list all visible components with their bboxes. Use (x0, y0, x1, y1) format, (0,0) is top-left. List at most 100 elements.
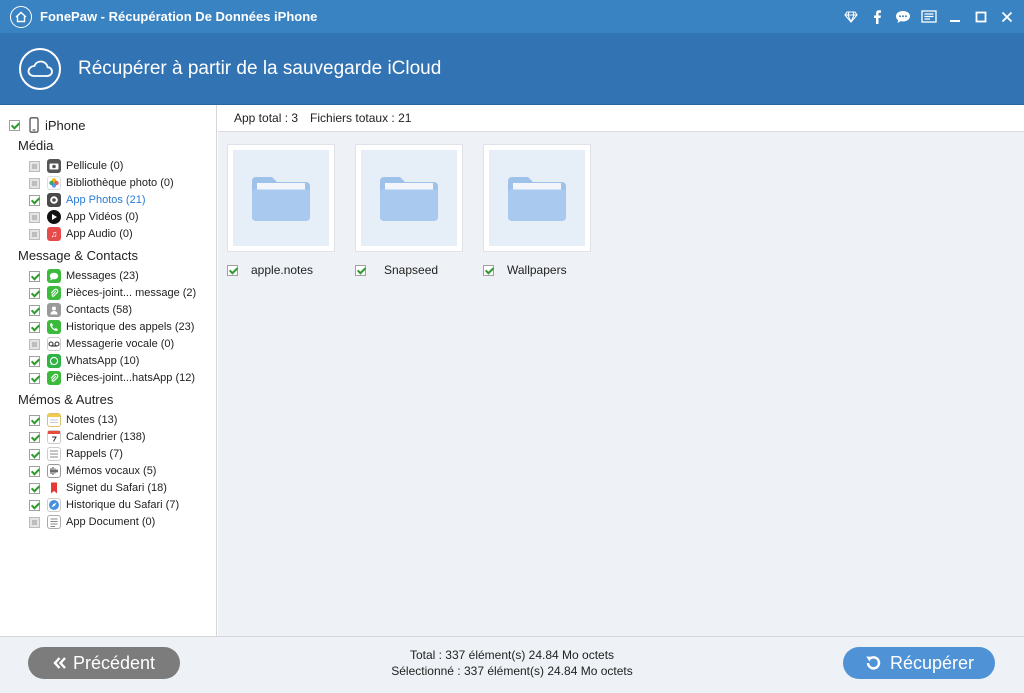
facebook-icon[interactable] (864, 0, 890, 33)
app-checkbox[interactable] (483, 264, 494, 276)
photos-icon (47, 176, 61, 190)
item-label: WhatsApp (10) (66, 355, 140, 367)
folder-icon (233, 150, 329, 246)
item-label: App Document (0) (66, 516, 156, 528)
voice-memo-icon (47, 464, 61, 478)
item-checkbox[interactable] (29, 448, 40, 460)
sidebar-item-app-document[interactable]: App Document (0) (29, 514, 155, 530)
calendar-icon (47, 430, 61, 444)
minimize-icon[interactable] (942, 0, 968, 33)
device-label: iPhone (45, 117, 86, 133)
app-label-snapseed[interactable]: Snapseed (355, 263, 438, 277)
item-checkbox[interactable] (29, 338, 40, 350)
sidebar-item-calendar[interactable]: Calendrier (138) (29, 429, 145, 445)
page-title: Récupérer à partir de la sauvegarde iClo… (78, 57, 442, 79)
item-label: Historique du Safari (7) (66, 499, 180, 511)
contacts-icon (47, 303, 61, 317)
app-checkbox[interactable] (227, 264, 238, 276)
title-bar: FonePaw - Récupération De Données iPhone (0, 0, 1024, 33)
maximize-icon[interactable] (968, 0, 994, 33)
attachment-icon (47, 286, 61, 300)
item-checkbox[interactable] (29, 499, 40, 511)
item-checkbox[interactable] (29, 177, 40, 189)
sidebar-item-safari-bookmarks[interactable]: Signet du Safari (18) (29, 480, 167, 496)
recover-button[interactable]: Récupérer (843, 647, 995, 679)
app-card-snapseed[interactable] (355, 144, 463, 252)
item-checkbox[interactable] (29, 228, 40, 240)
document-icon (47, 515, 61, 529)
item-label: Messagerie vocale (0) (66, 338, 175, 350)
sidebar-item-whatsapp[interactable]: WhatsApp (10) (29, 353, 139, 369)
sidebar-item-bibliotheque-photo[interactable]: Bibliothèque photo (0) (29, 175, 174, 191)
section-title-messages-contacts: Message & Contacts (18, 248, 138, 263)
app-label-apple-notes[interactable]: apple.notes (227, 263, 313, 277)
app-name: apple.notes (251, 263, 314, 277)
item-checkbox[interactable] (29, 516, 40, 528)
item-label: Historique des appels (23) (66, 321, 195, 333)
camera-icon (47, 159, 61, 173)
app-card-apple-notes[interactable] (227, 144, 335, 252)
close-icon[interactable] (994, 0, 1020, 33)
app-name: Snapseed (384, 263, 439, 277)
item-label: App Photos (21) (66, 194, 146, 206)
feedback-icon[interactable] (916, 0, 942, 33)
sidebar-item-call-history[interactable]: Historique des appels (23) (29, 319, 194, 335)
app-label-wallpapers[interactable]: Wallpapers (483, 263, 567, 277)
item-checkbox[interactable] (29, 160, 40, 172)
sidebar-item-messages[interactable]: Messages (23) (29, 268, 139, 284)
sidebar-item-whatsapp-attachments[interactable]: Pièces-joint...hatsApp (12) (29, 370, 195, 386)
home-icon[interactable] (10, 5, 32, 28)
sidebar-item-notes[interactable]: Notes (13) (29, 412, 117, 428)
item-label: Pièces-joint... message (2) (66, 287, 197, 299)
notes-icon (47, 413, 61, 427)
item-checkbox[interactable] (29, 287, 40, 299)
music-icon: ♫ (47, 227, 61, 241)
section-title-media: Média (18, 138, 54, 153)
recover-label: Récupérer (889, 652, 975, 673)
item-label: Rappels (7) (66, 448, 123, 460)
sidebar-item-message-attachments[interactable]: Pièces-joint... message (2) (29, 285, 196, 301)
item-label: Mémos vocaux (5) (66, 465, 157, 477)
app-total: App total : 3 (234, 111, 299, 125)
item-checkbox[interactable] (29, 304, 40, 316)
device-node-iphone[interactable]: iPhone (9, 117, 85, 133)
sidebar-item-contacts[interactable]: Contacts (58) (29, 302, 132, 318)
sidebar-item-app-audio[interactable]: ♫ App Audio (0) (29, 226, 133, 242)
sidebar-item-voicemail[interactable]: Messagerie vocale (0) (29, 336, 174, 352)
section-title-memos-others: Mémos & Autres (18, 392, 114, 407)
sidebar-item-app-videos[interactable]: App Vidéos (0) (29, 209, 139, 225)
app-name: Wallpapers (507, 263, 567, 277)
item-checkbox[interactable] (29, 355, 40, 367)
folder-icon (361, 150, 457, 246)
sidebar-item-voice-memos[interactable]: Mémos vocaux (5) (29, 463, 156, 479)
sidebar-item-reminders[interactable]: Rappels (7) (29, 446, 123, 462)
item-checkbox[interactable] (29, 194, 40, 206)
sidebar-item-pellicule[interactable]: Pellicule (0) (29, 158, 123, 174)
cloud-icon (19, 47, 61, 90)
item-label: Contacts (58) (66, 304, 133, 316)
item-checkbox[interactable] (29, 211, 40, 223)
diamond-icon[interactable] (838, 0, 864, 33)
device-checkbox[interactable] (9, 119, 20, 131)
recover-icon (864, 654, 882, 672)
item-checkbox[interactable] (29, 414, 40, 426)
whatsapp-icon (47, 354, 61, 368)
chat-icon[interactable] (890, 0, 916, 33)
item-label: Messages (23) (66, 270, 139, 282)
sidebar-item-safari-history[interactable]: Historique du Safari (7) (29, 497, 179, 513)
item-checkbox[interactable] (29, 270, 40, 282)
app-photos-icon (47, 193, 61, 207)
item-checkbox[interactable] (29, 465, 40, 477)
app-card-wallpapers[interactable] (483, 144, 591, 252)
video-icon (47, 210, 61, 224)
item-checkbox[interactable] (29, 431, 40, 443)
iphone-icon (29, 117, 39, 133)
sidebar-item-app-photos[interactable]: App Photos (21) (29, 192, 146, 208)
page-header: Récupérer à partir de la sauvegarde iClo… (0, 33, 1024, 105)
item-checkbox[interactable] (29, 482, 40, 494)
item-checkbox[interactable] (29, 372, 40, 384)
content-area: App total : 3 Fichiers totaux : 21 apple… (218, 105, 1024, 636)
item-checkbox[interactable] (29, 321, 40, 333)
app-checkbox[interactable] (355, 264, 366, 276)
item-label: Calendrier (138) (66, 431, 146, 443)
